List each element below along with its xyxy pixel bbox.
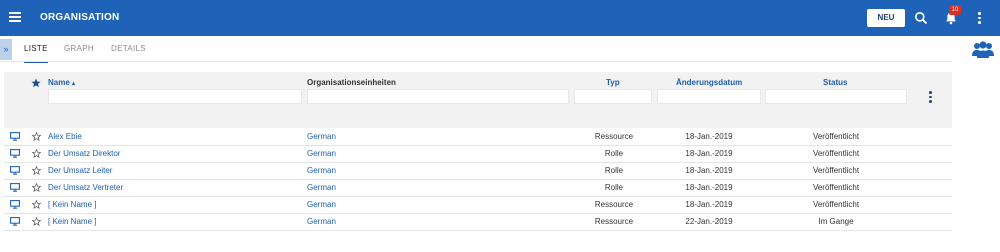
notification-count-badge: 10 xyxy=(949,5,961,15)
row-status: Im Gange xyxy=(818,217,854,226)
row-type: Ressource xyxy=(594,132,634,141)
row-changed-date: 18-Jan.-2019 xyxy=(685,166,733,175)
row-type: Ressource xyxy=(594,217,634,226)
column-header-changed-date[interactable]: Änderungsdatum xyxy=(676,78,742,87)
tab-details[interactable]: DETAILS xyxy=(111,39,146,61)
row-changed-date: 18-Jan.-2019 xyxy=(685,149,733,158)
top-app-bar: ORGANISATION NEU 10 xyxy=(0,0,1000,36)
table-row[interactable]: Der Umsatz Vertreter German Rolle 18-Jan.-2… xyxy=(4,179,952,197)
monitor-icon[interactable] xyxy=(10,217,20,226)
row-org-unit-link[interactable]: German xyxy=(307,213,336,230)
monitor-icon[interactable] xyxy=(10,132,20,141)
star-outline-icon[interactable] xyxy=(32,217,41,226)
column-header-name[interactable]: Name ▴ xyxy=(48,78,75,87)
new-button[interactable]: NEU xyxy=(867,9,905,27)
row-status: Veröffentlicht xyxy=(812,149,860,158)
row-org-unit-link[interactable]: German xyxy=(307,179,336,196)
org-units-filter-input[interactable] xyxy=(307,89,569,104)
star-outline-icon[interactable] xyxy=(32,166,41,175)
favorites-filter-star-icon[interactable] xyxy=(31,78,41,88)
row-name-link[interactable]: Alex Ebie xyxy=(48,128,82,145)
column-header-status[interactable]: Status xyxy=(823,78,847,87)
hamburger-menu-icon[interactable] xyxy=(9,12,21,22)
row-status: Veröffentlicht xyxy=(812,200,860,209)
table-row[interactable]: [ Kein Name ] German Ressource 22-Jan.-2019… xyxy=(4,213,952,231)
row-changed-date: 18-Jan.-2019 xyxy=(685,200,733,209)
kebab-menu-icon[interactable] xyxy=(978,12,981,24)
column-header-org-units[interactable]: Organisationseinheiten xyxy=(307,78,396,87)
monitor-icon[interactable] xyxy=(10,149,20,158)
monitor-icon[interactable] xyxy=(10,200,20,209)
row-changed-date: 22-Jan.-2019 xyxy=(685,217,733,226)
star-outline-icon[interactable] xyxy=(32,149,41,158)
row-org-unit-link[interactable]: German xyxy=(307,196,336,213)
star-outline-icon[interactable] xyxy=(32,200,41,209)
table-row[interactable]: Alex Ebie German Ressource 18-Jan.-2019 Verö… xyxy=(4,128,952,146)
row-name-link[interactable]: Der Umsatz Vertreter xyxy=(48,179,123,196)
row-name-link[interactable]: Der Umsatz Leiter xyxy=(48,162,112,179)
tab-graph[interactable]: GRAPH xyxy=(64,39,94,61)
name-filter-input[interactable] xyxy=(48,89,302,104)
row-status: Veröffentlicht xyxy=(812,166,860,175)
row-changed-date: 18-Jan.-2019 xyxy=(685,132,733,141)
row-type: Ressource xyxy=(594,200,634,209)
row-name-link[interactable]: [ Kein Name ] xyxy=(48,196,96,213)
changed-date-filter-input[interactable] xyxy=(657,89,761,104)
row-type: Rolle xyxy=(604,149,624,158)
row-changed-date: 18-Jan.-2019 xyxy=(685,183,733,192)
row-org-unit-link[interactable]: German xyxy=(307,162,336,179)
row-name-link[interactable]: Der Umsatz Direktor xyxy=(48,145,120,162)
status-filter-input[interactable] xyxy=(765,89,907,104)
page-title: ORGANISATION xyxy=(40,12,120,23)
monitor-icon[interactable] xyxy=(10,183,20,192)
row-org-unit-link[interactable]: German xyxy=(307,128,336,145)
row-type: Rolle xyxy=(604,166,624,175)
tab-liste[interactable]: LISTE xyxy=(24,39,48,63)
users-group-icon[interactable] xyxy=(971,40,995,60)
row-org-unit-link[interactable]: German xyxy=(307,145,336,162)
search-icon[interactable] xyxy=(914,11,928,25)
star-outline-icon[interactable] xyxy=(32,183,41,192)
table-row[interactable]: [ Kein Name ] German Ressource 18-Jan.-2019… xyxy=(4,196,952,214)
table-row[interactable]: Der Umsatz Direktor German Rolle 18-Jan.-20… xyxy=(4,145,952,163)
row-type: Rolle xyxy=(604,183,624,192)
row-status: Veröffentlicht xyxy=(812,132,860,141)
sort-ascending-icon: ▴ xyxy=(72,81,76,87)
table-row[interactable]: Der Umsatz Leiter German Rolle 18-Jan.-2019… xyxy=(4,162,952,180)
tab-divider xyxy=(0,61,952,62)
monitor-icon[interactable] xyxy=(10,166,20,175)
double-chevron-right-icon[interactable]: » xyxy=(0,39,12,60)
column-header-type[interactable]: Typ xyxy=(606,78,620,87)
star-outline-icon[interactable] xyxy=(32,132,41,141)
type-filter-input[interactable] xyxy=(574,89,652,104)
column-options-kebab-icon[interactable] xyxy=(929,91,932,105)
row-status: Veröffentlicht xyxy=(812,183,860,192)
row-name-link[interactable]: [ Kein Name ] xyxy=(48,213,96,230)
